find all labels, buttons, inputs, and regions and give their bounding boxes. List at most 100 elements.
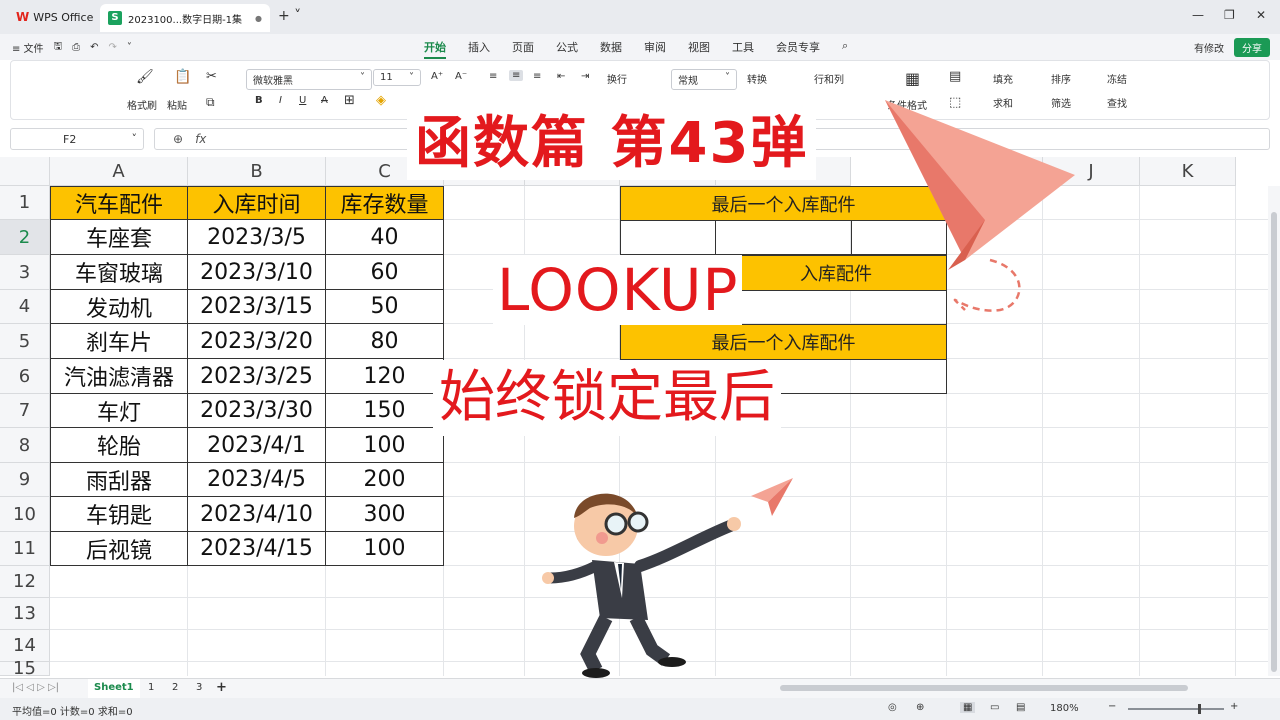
table-cell[interactable]: 2023/3/15 xyxy=(188,290,326,324)
table-cell[interactable]: 120 xyxy=(326,359,444,394)
vertical-scroll-thumb[interactable] xyxy=(1271,212,1277,672)
row-header-1[interactable]: 1 xyxy=(0,186,50,220)
row-header-15[interactable]: 15 xyxy=(0,660,50,678)
table-cell[interactable]: 60 xyxy=(326,255,444,290)
bold-button[interactable]: B xyxy=(255,95,263,106)
strikethrough-button[interactable]: A xyxy=(321,95,328,106)
format-painter-icon[interactable]: 🖌 xyxy=(136,69,154,85)
align-top-icon[interactable]: ≡ xyxy=(489,71,497,82)
increase-font-icon[interactable]: A⁺ xyxy=(431,71,443,82)
tab-tools[interactable]: 工具 xyxy=(732,39,754,59)
vertical-scrollbar[interactable] xyxy=(1268,186,1280,676)
zoom-in-icon[interactable]: + xyxy=(1230,701,1238,712)
sort-button[interactable]: 排序 xyxy=(1051,71,1071,86)
tab-page[interactable]: 页面 xyxy=(512,39,534,59)
table-cell[interactable]: 2023/3/5 xyxy=(188,220,326,255)
freeze-button[interactable]: 冻结 xyxy=(1107,71,1127,86)
fill-button[interactable]: 填充 xyxy=(993,71,1013,86)
zoom-slider[interactable] xyxy=(1128,704,1224,714)
find-button[interactable]: 查找 xyxy=(1107,95,1127,110)
horizontal-scrollbar[interactable] xyxy=(780,685,1188,691)
share-button[interactable]: 分享 xyxy=(1234,38,1270,57)
copy-icon[interactable]: ⧉ xyxy=(206,95,215,110)
table-cell[interactable]: 40 xyxy=(326,220,444,255)
save-icon[interactable]: 🖫 xyxy=(54,39,63,56)
table-cell[interactable]: 100 xyxy=(326,532,444,566)
table-cell[interactable]: 轮胎 xyxy=(50,428,188,463)
table-cell[interactable]: 车窗玻璃 xyxy=(50,255,188,290)
cut-icon[interactable]: ✂ xyxy=(206,69,217,84)
decrease-font-icon[interactable]: A⁻ xyxy=(455,71,467,82)
tab-home[interactable]: 开始 xyxy=(424,39,446,59)
tab-view[interactable]: 视图 xyxy=(688,39,710,59)
row-header-2[interactable]: 2 xyxy=(0,220,50,255)
table-cell[interactable]: 后视镜 xyxy=(50,532,188,566)
close-button[interactable]: ✕ xyxy=(1256,8,1266,22)
document-tab[interactable]: S 2023100...数字日期-1集 ● xyxy=(100,4,270,32)
row-header-13[interactable]: 13 xyxy=(0,598,50,630)
sheet-tab-sheet1[interactable]: Sheet1 xyxy=(88,679,140,698)
row-header-12[interactable]: 12 xyxy=(0,566,50,598)
table-cell[interactable]: 2023/3/25 xyxy=(188,359,326,394)
row-header-9[interactable]: 9 xyxy=(0,463,50,497)
side-cell-f2[interactable] xyxy=(620,220,716,255)
locate-icon[interactable]: ⊕ xyxy=(916,702,924,713)
sheet-tab-1[interactable]: 1 xyxy=(148,682,154,693)
row-col-button[interactable]: 行和列 xyxy=(814,71,844,86)
row-header-10[interactable]: 10 xyxy=(0,497,50,532)
table-cell[interactable]: 发动机 xyxy=(50,290,188,324)
convert-button[interactable]: 转换 xyxy=(747,71,767,86)
minimize-button[interactable]: — xyxy=(1192,8,1204,22)
align-bottom-icon[interactable]: ≡ xyxy=(533,71,541,82)
paste-icon[interactable]: 📋 xyxy=(174,69,191,85)
wrap-text-button[interactable]: 换行 xyxy=(607,71,627,86)
table-cell[interactable]: 2023/3/30 xyxy=(188,394,326,428)
maximize-button[interactable]: ❐ xyxy=(1224,8,1235,22)
column-header-k[interactable]: K xyxy=(1140,157,1236,186)
row-header-7[interactable]: 7 xyxy=(0,394,50,428)
font-name-select[interactable]: 微软雅黑 ˅ xyxy=(246,69,372,90)
tab-member[interactable]: 会员专享 xyxy=(776,39,820,59)
fx-icon[interactable]: fx xyxy=(195,132,206,146)
table-cell[interactable]: 2023/4/5 xyxy=(188,463,326,497)
cell-style-icon[interactable]: ▤ xyxy=(949,69,961,84)
table-header-cell[interactable]: 汽车配件 xyxy=(50,186,188,220)
table-header-cell[interactable]: 库存数量 xyxy=(326,186,444,220)
revise-status[interactable]: 有修改 xyxy=(1194,40,1224,55)
row-header-11[interactable]: 11 xyxy=(0,532,50,566)
table-style-icon[interactable]: ▦ xyxy=(905,69,920,88)
print-icon[interactable]: ⎙ xyxy=(72,42,80,53)
row-header-3[interactable]: 3 xyxy=(0,255,50,290)
align-middle-icon[interactable]: ≡ xyxy=(509,70,524,81)
page-layout-icon[interactable]: ▭ xyxy=(990,702,999,713)
indent-increase-icon[interactable]: ⇥ xyxy=(581,71,589,82)
zoom-search-icon[interactable]: ⊕ xyxy=(173,132,183,146)
row-header-6[interactable]: 6 xyxy=(0,359,50,394)
column-header-a[interactable]: A xyxy=(50,157,188,186)
sheet-tab-2[interactable]: 2 xyxy=(172,682,178,693)
italic-button[interactable]: I xyxy=(279,95,282,106)
underline-button[interactable]: U xyxy=(299,95,306,106)
table-cell[interactable]: 2023/3/10 xyxy=(188,255,326,290)
wps-home-tab[interactable]: W WPS Office xyxy=(6,5,103,29)
side-cell-g2[interactable] xyxy=(715,220,852,255)
table-cell[interactable]: 100 xyxy=(326,428,444,463)
row-header-4[interactable]: 4 xyxy=(0,290,50,324)
row-header-5[interactable]: 5 xyxy=(0,324,50,359)
eye-protect-icon[interactable]: ◎ xyxy=(888,702,897,713)
table-cell[interactable]: 50 xyxy=(326,290,444,324)
table-cell[interactable]: 150 xyxy=(326,394,444,428)
column-header-b[interactable]: B xyxy=(188,157,326,186)
table-cell[interactable]: 300 xyxy=(326,497,444,532)
search-icon[interactable]: ⌕ xyxy=(842,39,848,59)
border-icon[interactable]: ⊞ xyxy=(344,93,355,108)
zoom-level[interactable]: 180% xyxy=(1050,703,1079,714)
tab-close-icon[interactable]: ● xyxy=(255,14,262,23)
table-cell[interactable]: 车座套 xyxy=(50,220,188,255)
redo-icon[interactable]: ↷ xyxy=(108,42,116,53)
tab-formula[interactable]: 公式 xyxy=(556,39,578,59)
file-menu[interactable]: ≡ 文件 xyxy=(12,40,44,55)
table-cell[interactable]: 车钥匙 xyxy=(50,497,188,532)
table-cell[interactable]: 车灯 xyxy=(50,394,188,428)
paste-button[interactable]: 粘贴 xyxy=(167,97,187,112)
